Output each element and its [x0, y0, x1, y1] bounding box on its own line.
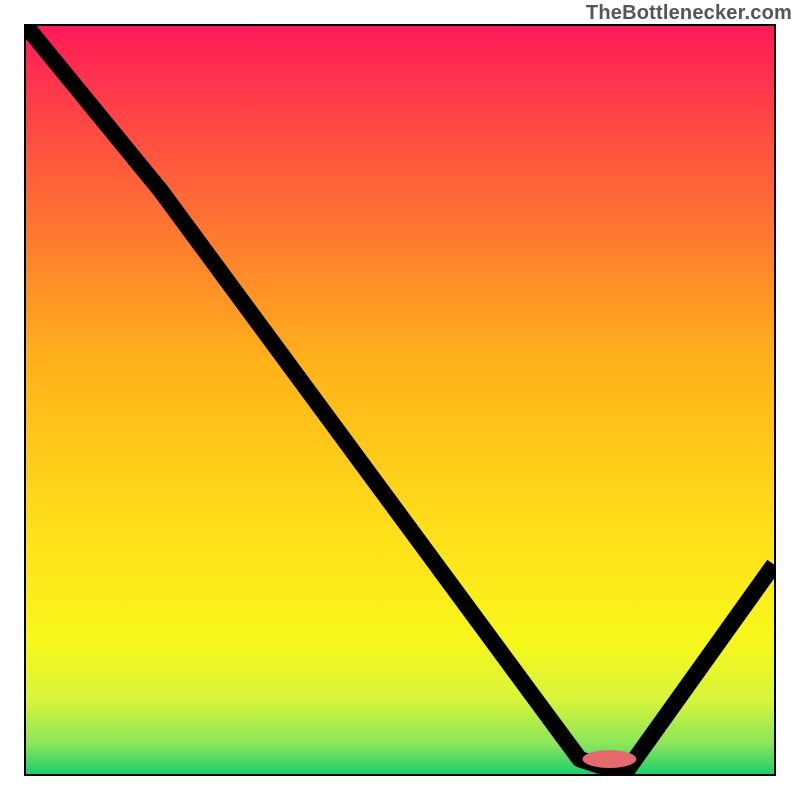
watermark-text: TheBottlenecker.com — [586, 2, 792, 25]
chart-background — [26, 26, 774, 774]
chart-plot-area — [24, 24, 776, 776]
optimal-marker — [583, 750, 637, 768]
chart-svg — [26, 26, 774, 774]
